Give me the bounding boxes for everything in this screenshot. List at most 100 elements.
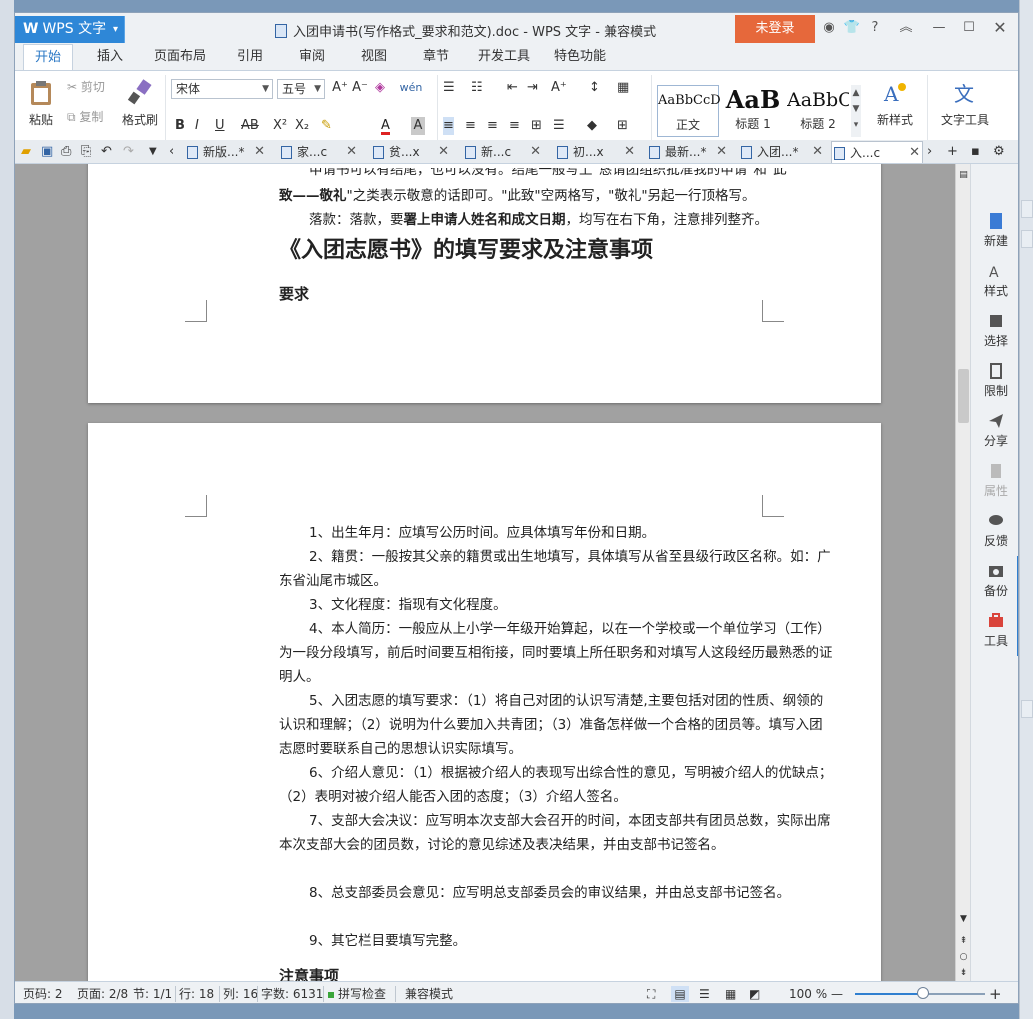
phonetic-guide-icon[interactable]: wén (399, 79, 423, 97)
minimize-icon[interactable]: — (930, 19, 948, 37)
border-icon[interactable]: ⊞ (617, 117, 628, 135)
tab-home[interactable]: 开始 (23, 44, 73, 70)
zoom-in-icon[interactable]: + (989, 986, 1002, 1002)
tab-list-icon[interactable]: ▪ (971, 143, 980, 161)
close-tab-icon[interactable]: ✕ (530, 141, 541, 163)
format-painter-button[interactable]: 格式刷 (117, 79, 163, 128)
close-tab-icon[interactable]: ✕ (812, 141, 823, 163)
paste-button[interactable]: 粘贴 (21, 79, 61, 128)
align-center-icon[interactable]: ≡ (465, 117, 476, 135)
close-tab-icon[interactable]: ✕ (346, 141, 357, 163)
tab-options-icon[interactable]: ⚙ (993, 143, 1005, 161)
tabs-scroll-right-icon[interactable]: › (927, 143, 932, 161)
close-tab-icon[interactable]: ✕ (624, 141, 635, 163)
print-icon[interactable]: ⎙ (61, 143, 71, 161)
highlight-icon[interactable]: ✎ (321, 117, 332, 135)
new-tab-icon[interactable]: + (947, 143, 958, 161)
side-select[interactable]: 选择 (971, 312, 1018, 349)
shirt-icon[interactable]: 👕 (843, 19, 861, 37)
zoom-slider[interactable] (855, 987, 985, 999)
skin-icon[interactable]: ◉ (820, 19, 838, 37)
open-folder-icon[interactable]: ▰ (21, 143, 31, 161)
grow-font-icon[interactable]: A⁺ (331, 79, 349, 97)
tab-review[interactable]: 审阅 (287, 44, 337, 70)
tab-developer[interactable]: 开发工具 (471, 44, 537, 70)
line-spacing-icon[interactable]: ☰ (553, 117, 565, 135)
doc-tab[interactable]: 最新...* ✕ (647, 141, 729, 163)
clear-format-icon[interactable]: ◈ (371, 79, 389, 97)
quick-access-menu-icon[interactable]: ▼ (149, 143, 157, 161)
next-page-icon[interactable]: ⇟ (957, 964, 970, 982)
side-restrict[interactable]: 限制 (971, 362, 1018, 399)
doc-tab[interactable]: 家...c ✕ (279, 141, 359, 163)
print-preview-icon[interactable]: ⎘ (81, 143, 91, 161)
shrink-font-icon[interactable]: A⁻ (351, 79, 369, 97)
tab-view[interactable]: 视图 (349, 44, 399, 70)
redo-icon[interactable]: ↷ (123, 143, 134, 161)
superscript-icon[interactable]: X² (273, 117, 287, 135)
spell-check-toggle[interactable]: 拼写检查 (328, 986, 386, 1002)
eye-protection-icon[interactable]: ◩ (749, 986, 760, 1002)
cut-button[interactable]: ✂ 剪切 (67, 77, 105, 97)
underline-icon[interactable]: U (215, 117, 225, 135)
style-heading-1[interactable]: AaB 标题 1 (723, 85, 783, 137)
numbering-icon[interactable]: ☷ (471, 79, 483, 97)
status-word-count[interactable]: 字数: 6131 (261, 986, 323, 1002)
distributed-icon[interactable]: ⊞ (531, 117, 542, 135)
outline-view-icon[interactable]: ☰ (699, 986, 710, 1002)
char-shading-icon[interactable]: A (411, 117, 425, 135)
scroll-down-icon[interactable]: ▼ (957, 910, 970, 928)
tab-page-layout[interactable]: 页面布局 (145, 44, 215, 70)
side-share[interactable]: 分享 (971, 412, 1018, 449)
align-right-icon[interactable]: ≡ (487, 117, 498, 135)
side-backup[interactable]: 备份 (971, 562, 1018, 599)
doc-tab[interactable]: 新...c ✕ (463, 141, 543, 163)
increase-indent-icon[interactable]: ⇥ (527, 79, 538, 97)
table-borders-icon[interactable]: ▦ (617, 79, 629, 97)
close-tab-icon[interactable]: ✕ (716, 141, 727, 163)
side-tools[interactable]: 工具 (971, 612, 1018, 649)
text-direction-icon[interactable]: A⁺ (551, 79, 567, 97)
maximize-icon[interactable]: ☐ (960, 19, 978, 37)
close-icon[interactable]: ✕ (991, 19, 1009, 37)
decrease-indent-icon[interactable]: ⇤ (507, 79, 518, 97)
help-icon[interactable]: ? (866, 19, 884, 37)
close-tab-icon[interactable]: ✕ (254, 141, 265, 163)
collapse-ribbon-icon[interactable]: ︽ (897, 19, 915, 37)
styles-scroll-icon[interactable]: ▲ ▼ ▾ (851, 85, 861, 137)
tab-references[interactable]: 引用 (225, 44, 275, 70)
tab-chapter[interactable]: 章节 (411, 44, 461, 70)
side-properties[interactable]: 属性 (971, 462, 1018, 499)
doc-tab[interactable]: 新版...* ✕ (185, 141, 267, 163)
side-feedback[interactable]: 反馈 (971, 512, 1018, 549)
save-icon[interactable]: ▣ (41, 143, 53, 161)
login-button[interactable]: 未登录 (735, 15, 815, 43)
new-style-button[interactable]: A 新样式 (867, 79, 923, 128)
text-tools-button[interactable]: 文 文字工具 (933, 79, 997, 128)
fill-color-icon[interactable]: ◆ (587, 117, 597, 135)
style-normal[interactable]: AaBbCcD 正文 (657, 85, 721, 137)
undo-icon[interactable]: ↶ (101, 143, 112, 161)
subscript-icon[interactable]: X₂ (295, 117, 309, 135)
split-view-icon[interactable]: ▤ (957, 166, 970, 184)
bullets-icon[interactable]: ☰ (443, 79, 455, 97)
zoom-level[interactable]: 100 % (789, 986, 827, 1002)
tab-insert[interactable]: 插入 (85, 44, 135, 70)
font-color-icon[interactable]: A (381, 117, 390, 135)
tab-features[interactable]: 特色功能 (547, 44, 613, 70)
style-heading-2[interactable]: AaBbC 标题 2 (787, 85, 849, 137)
align-left-icon[interactable]: ≡ (443, 117, 454, 135)
side-new[interactable]: 新建 (971, 212, 1018, 249)
doc-tab[interactable]: 入团...* ✕ (739, 141, 825, 163)
page-view-icon[interactable]: ▤ (671, 986, 689, 1002)
close-tab-icon[interactable]: ✕ (909, 142, 920, 164)
font-size-select[interactable]: 五号 ▼ (277, 79, 325, 99)
read-view-icon[interactable]: ▦ (725, 986, 736, 1002)
zoom-slider-thumb[interactable] (916, 987, 929, 999)
sort-icon[interactable]: ↕ (589, 79, 600, 97)
close-tab-icon[interactable]: ✕ (438, 141, 449, 163)
bold-icon[interactable]: B (175, 117, 185, 135)
doc-tab[interactable]: 初...x ✕ (555, 141, 637, 163)
strikethrough-icon[interactable]: AB (241, 117, 259, 135)
side-styles[interactable]: A 样式 (971, 262, 1018, 299)
